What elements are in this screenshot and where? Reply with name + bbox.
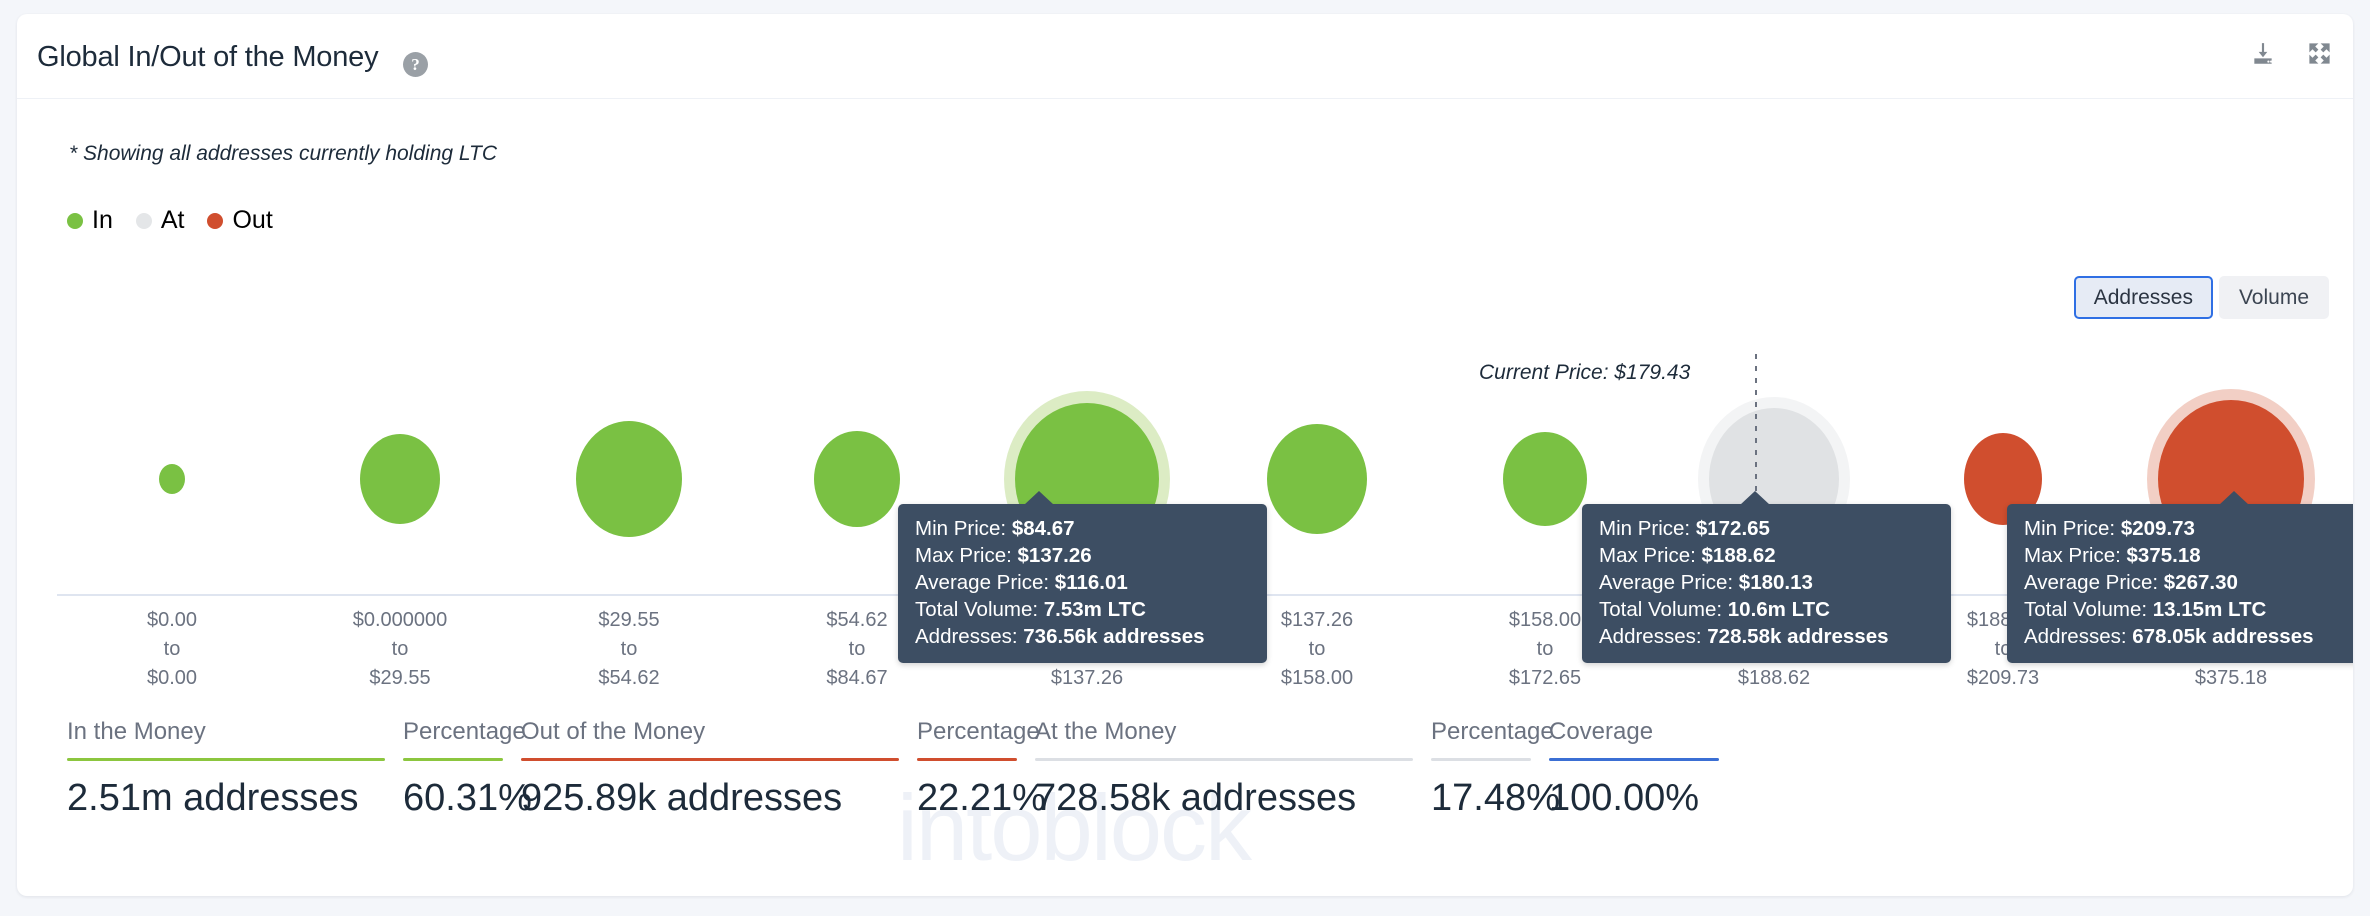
chart-note: * Showing all addresses currently holdin…	[69, 142, 497, 165]
stat-value: 100.00%	[1549, 777, 1700, 819]
metric-toggle: Addresses Volume	[2068, 276, 2329, 320]
stat-coverage: Coverage 100.00%	[1549, 718, 1719, 820]
stat-in-the-money: In the Money 2.51m addresses	[67, 718, 385, 820]
header-actions	[2250, 40, 2333, 67]
legend-dot-out	[207, 212, 224, 229]
stats-row: In the Money 2.51m addresses Percentage …	[67, 718, 1737, 820]
stat-at-the-money: At the Money 728.58k addresses	[1035, 718, 1413, 820]
stat-label: Percentage	[917, 718, 1040, 745]
bubble-2[interactable]	[576, 421, 682, 537]
bubble-6[interactable]	[1503, 432, 1587, 526]
bubble-5[interactable]	[1267, 424, 1367, 534]
chart-card: Global In/Out of the Money ? * Showing a…	[17, 14, 2353, 896]
stat-label: Percentage	[1431, 718, 1554, 745]
legend-item-out[interactable]: Out	[207, 206, 273, 235]
legend-label-out: Out	[232, 206, 273, 234]
x-axis-label: $137.26 to $158.00	[1280, 609, 1354, 689]
legend-item-in[interactable]: In	[67, 206, 113, 235]
fullscreen-icon[interactable]	[2306, 40, 2333, 67]
bubble-1[interactable]	[360, 434, 440, 524]
x-axis-label: $54.62 to $84.67	[826, 609, 888, 689]
stat-value: 925.89k addresses	[521, 777, 843, 819]
page-title: Global In/Out of the Money	[37, 41, 379, 73]
x-axis-label: $29.55 to $54.62	[598, 609, 660, 689]
stat-label: Out of the Money	[521, 718, 706, 745]
legend-label-at: At	[160, 206, 185, 234]
stat-out-of-the-money: Out of the Money 925.89k addresses	[521, 718, 899, 820]
stat-out-of-the-money-percentage: Percentage 22.21%	[917, 718, 1046, 820]
stat-value: 17.48%	[1431, 777, 1560, 819]
x-axis-label: $158.00 to $172.65	[1508, 609, 1582, 689]
stat-at-the-money-percentage: Percentage 17.48%	[1431, 718, 1560, 820]
stat-label: Percentage	[403, 718, 526, 745]
stat-value: 22.21%	[917, 777, 1046, 819]
bubble-tooltip: Min Price: $172.65 Max Price: $188.62 Av…	[1582, 491, 1951, 664]
stat-in-the-money-percentage: Percentage 60.31%	[403, 718, 532, 820]
x-axis-label: $0.00 to $0.00	[146, 609, 198, 689]
x-axis-label: $0.000000 to $29.55	[352, 609, 448, 689]
legend-item-at[interactable]: At	[135, 206, 185, 235]
stat-label: In the Money	[67, 718, 206, 745]
download-icon[interactable]	[2250, 41, 2276, 67]
current-price-label: Current Price: $179.43	[1479, 361, 1691, 384]
stat-value: 728.58k addresses	[1035, 777, 1357, 819]
legend-label-in: In	[92, 206, 113, 234]
bubble-3[interactable]	[814, 431, 900, 527]
legend-dot-in	[67, 212, 83, 229]
stat-value: 60.31%	[403, 777, 532, 819]
card-header: Global In/Out of the Money ?	[17, 14, 2353, 99]
toggle-volume-button[interactable]: Volume	[2218, 276, 2329, 320]
chart-legend: In At Out	[67, 206, 288, 235]
stat-label: At the Money	[1035, 718, 1177, 745]
legend-dot-at	[135, 212, 152, 229]
stat-label: Coverage	[1549, 718, 1654, 745]
bubble-0[interactable]	[159, 464, 185, 494]
bubble-tooltip: Min Price: $84.67 Max Price: $137.26 Ave…	[898, 491, 1267, 664]
bubble-tooltip: Min Price: $209.73 Max Price: $375.18 Av…	[2007, 491, 2353, 664]
toggle-addresses-button[interactable]: Addresses	[2073, 276, 2213, 320]
help-icon[interactable]: ?	[403, 52, 428, 77]
stat-value: 2.51m addresses	[67, 777, 359, 819]
